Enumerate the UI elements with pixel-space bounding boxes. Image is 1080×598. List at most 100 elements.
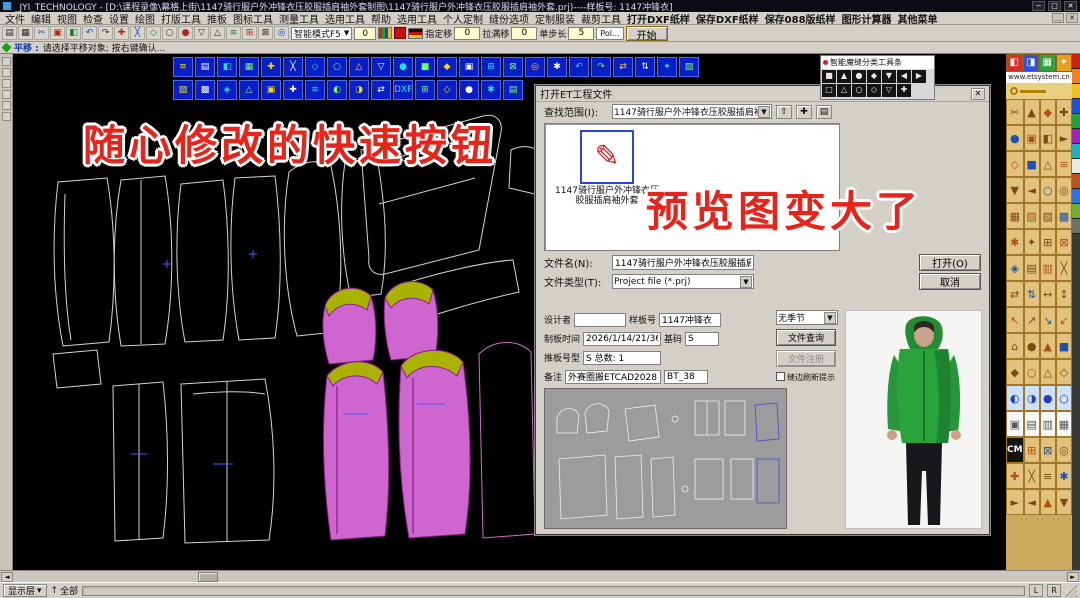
toolbar-icon[interactable]: ● <box>178 26 193 40</box>
toolbar-icon[interactable]: ▣ <box>50 26 65 40</box>
base-size-input[interactable] <box>685 331 720 346</box>
menu-item[interactable]: 测量工具 <box>276 11 322 26</box>
file-register-button[interactable]: 文件注册 <box>776 350 836 367</box>
palette-tool[interactable]: ► <box>1055 125 1072 151</box>
toolbar-icon[interactable]: ✚ <box>114 26 129 40</box>
palette-tool[interactable]: ● <box>1023 333 1040 359</box>
quick-tool-button[interactable]: ◈ <box>217 80 237 100</box>
left-toolbar-button[interactable] <box>1 101 11 110</box>
toolbar-icon[interactable]: ⊞ <box>242 26 257 40</box>
palette-tool[interactable]: ◄ <box>1023 177 1040 203</box>
quick-tool-button[interactable]: ◑ <box>349 80 369 100</box>
lookin-dropdown[interactable]: 1147骑行服户外冲锋衣压胶服插肩袖 ▼ <box>612 104 772 119</box>
menu-item[interactable]: 文件 <box>2 11 28 26</box>
palette-tool[interactable]: ▲ <box>1039 489 1056 515</box>
palette-tool[interactable]: CM <box>1006 437 1024 463</box>
palette-tool[interactable]: ▣ <box>1006 411 1024 437</box>
edge-color-block[interactable] <box>1072 159 1080 174</box>
menu-item[interactable]: 打开DXF纸样 <box>624 11 693 26</box>
resize-grip[interactable] <box>1065 584 1077 597</box>
menu-item[interactable]: 绘图 <box>132 11 158 26</box>
drawing-canvas[interactable]: ≡ ▤ ◧ ▦ ✚ ╳ ◇ ○ △ ▽ ● ■ ◆ ▣ ⊞ ⊠ ◎ ✱ ↶ ↷ ⇄ ⇅ ✦ ▧ ▨ ▩ ◈ △ ▣ ✚ ≡ ◐ ◑ ⇄ DXF ⊞ ◇… <box>13 54 1006 570</box>
filename-input[interactable] <box>612 255 754 270</box>
quick-tool-button[interactable]: ≡ <box>173 57 193 77</box>
edge-color-block[interactable] <box>1072 174 1080 189</box>
show-all-toggle[interactable]: ↑ 全部 <box>51 584 79 598</box>
menu-item[interactable]: 缝份选项 <box>486 11 532 26</box>
smart-tool-button[interactable]: ▶ <box>912 70 926 83</box>
window-control-button[interactable]: ✕ <box>1064 1 1077 11</box>
palette-tool[interactable]: ▲ <box>1039 333 1056 359</box>
smart-tool-button[interactable]: △ <box>837 84 851 97</box>
up-one-level-icon[interactable]: ⇧ <box>776 104 792 119</box>
scroll-right-icon[interactable]: ► <box>1067 571 1079 582</box>
palette-tool[interactable]: ╳ <box>1023 463 1040 489</box>
start-button[interactable]: 开始 <box>625 25 668 42</box>
palette-tool[interactable]: ◆ <box>1039 99 1056 125</box>
palette-tool[interactable]: ▼ <box>1006 177 1024 203</box>
quick-tool-button[interactable]: ⇄ <box>613 57 633 77</box>
edge-color-block[interactable] <box>1072 69 1080 84</box>
palette-tool[interactable]: ○ <box>1039 177 1056 203</box>
checkbox-icon[interactable] <box>776 372 785 381</box>
smart-tool-button[interactable]: ◆ <box>867 70 881 83</box>
toolbar-icon[interactable]: △ <box>210 26 225 40</box>
palette-tool[interactable]: ▥ <box>1039 411 1056 437</box>
key-icon[interactable] <box>1006 83 1072 99</box>
palette-tool[interactable]: ✱ <box>1006 229 1024 255</box>
left-toolbar-button[interactable] <box>1 68 11 77</box>
mode-value-field[interactable]: 0 <box>354 26 377 40</box>
palette-tool[interactable]: ╳ <box>1055 255 1072 281</box>
palette-tool[interactable]: ⌂ <box>1006 333 1024 359</box>
toolbar-icon[interactable]: ◧ <box>66 26 81 40</box>
menu-item[interactable]: 图形计算器 <box>839 11 895 26</box>
mode-select[interactable]: 智能模式F5 ▼ <box>291 26 353 40</box>
menu-item[interactable]: 编辑 <box>28 11 54 26</box>
quick-tool-button[interactable]: ⇅ <box>635 57 655 77</box>
palette-tool[interactable]: ▼ <box>1055 489 1072 515</box>
quick-tool-button[interactable]: ↷ <box>591 57 611 77</box>
edge-color-block[interactable] <box>1072 144 1080 159</box>
right-mouse-indicator[interactable]: R <box>1047 584 1061 597</box>
palette-tool[interactable]: ► <box>1006 489 1024 515</box>
menu-item[interactable]: 保存088版纸样 <box>762 11 839 26</box>
red-mode-icon[interactable] <box>394 27 407 39</box>
mdi-control-button[interactable]: ✕ <box>1066 13 1078 23</box>
left-toolbar-button[interactable] <box>1 57 11 66</box>
file-query-button[interactable]: 文件查询 <box>776 329 836 346</box>
quick-tool-button[interactable]: △ <box>239 80 259 100</box>
toolbar-icon[interactable]: ◇ <box>146 26 161 40</box>
view-menu-icon[interactable]: ▤ <box>816 104 832 119</box>
quick-tool-button[interactable]: ● <box>393 57 413 77</box>
quick-tool-button[interactable]: ✚ <box>261 57 281 77</box>
edge-color-block[interactable] <box>1072 219 1080 234</box>
toolbar-icon[interactable]: ≡ <box>226 26 241 40</box>
edge-color-block[interactable] <box>1072 99 1080 114</box>
quick-tool-button[interactable]: ✱ <box>547 57 567 77</box>
edge-color-block[interactable] <box>1072 204 1080 219</box>
step-value[interactable] <box>568 26 595 40</box>
palette-tool[interactable]: ◇ <box>1055 359 1072 385</box>
menu-item[interactable]: 检查 <box>80 11 106 26</box>
quick-tool-button[interactable]: ▤ <box>195 57 215 77</box>
palette-tool[interactable]: ◆ <box>1006 359 1024 385</box>
move-value-1[interactable] <box>454 26 481 40</box>
toolbar-icon[interactable]: ○ <box>162 26 177 40</box>
palette-tool[interactable]: ↕ <box>1055 281 1072 307</box>
edge-color-block[interactable] <box>1072 114 1080 129</box>
quick-tool-button[interactable]: ≡ <box>305 80 325 100</box>
toolbar-icon[interactable]: ◎ <box>274 26 289 40</box>
menu-item[interactable]: 打版工具 <box>158 11 204 26</box>
palette-tool[interactable]: ◈ <box>1006 255 1024 281</box>
quick-tool-button[interactable]: ◇ <box>305 57 325 77</box>
left-toolbar-button[interactable] <box>1 112 11 121</box>
flag-icon[interactable] <box>408 27 424 39</box>
edge-color-block[interactable] <box>1072 54 1080 69</box>
menu-item[interactable]: 裁剪工具 <box>578 11 624 26</box>
quick-tool-button[interactable]: ◧ <box>217 57 237 77</box>
menu-item[interactable]: 保存DXF纸样 <box>693 11 762 26</box>
quick-tool-button[interactable]: ▩ <box>195 80 215 100</box>
toolbar-icon[interactable]: ⊠ <box>258 26 273 40</box>
edge-color-block[interactable] <box>1072 129 1080 144</box>
filetype-select[interactable]: Project file (*.prj) ▼ <box>612 274 754 289</box>
